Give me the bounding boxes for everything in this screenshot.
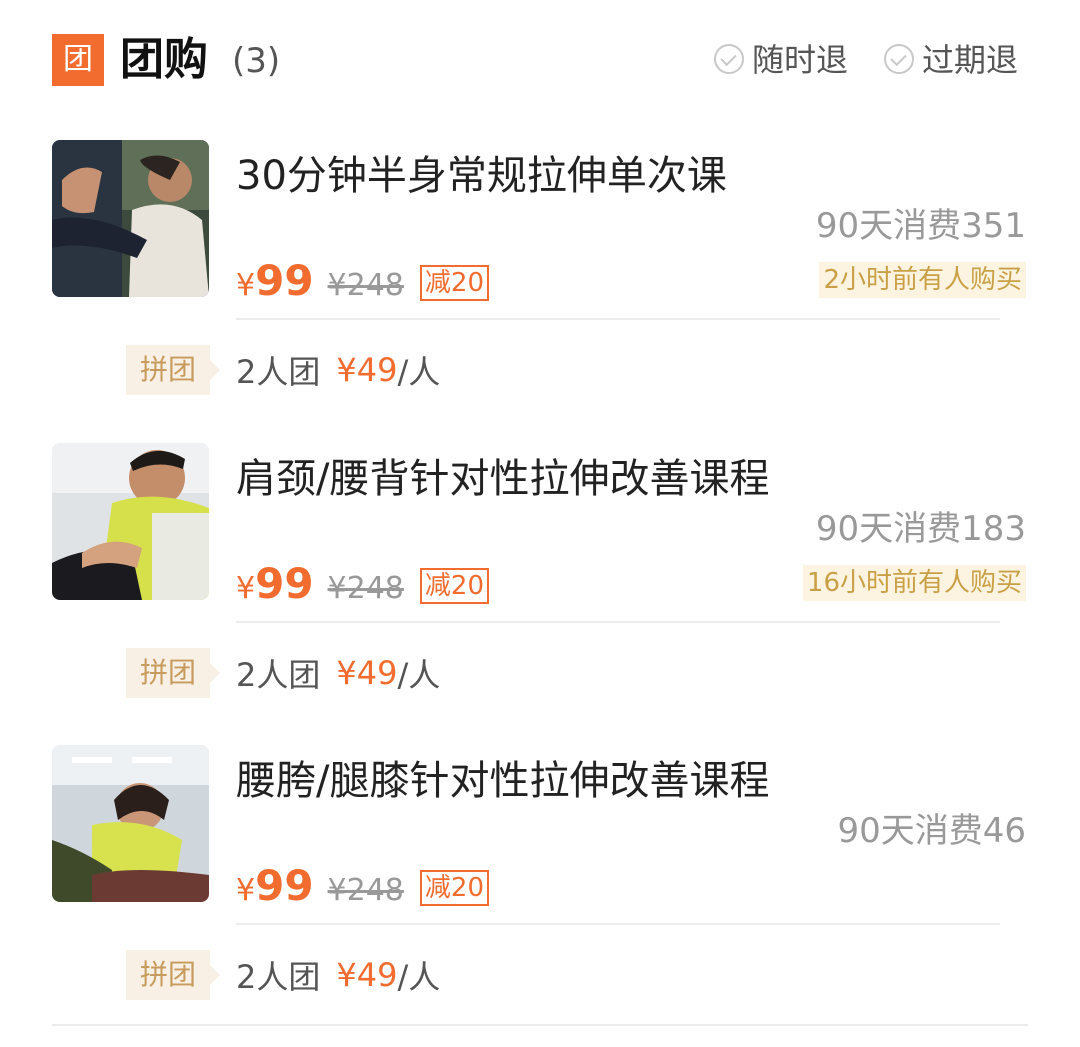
deal-price: 99 bbox=[255, 861, 314, 910]
deal-price: 99 bbox=[255, 256, 314, 305]
group-unit: /人 bbox=[397, 656, 441, 694]
recent-purchase-badge: 2小时前有人购买 bbox=[819, 262, 1026, 298]
divider bbox=[236, 318, 1000, 320]
discount-badge: 减20 bbox=[419, 265, 489, 301]
original-price: ¥248 bbox=[327, 571, 404, 606]
original-price: ¥248 bbox=[327, 268, 404, 303]
currency-symbol: ¥ bbox=[236, 571, 256, 606]
deal-thumbnail[interactable] bbox=[52, 745, 209, 902]
sales-count: 90天消费351 bbox=[815, 206, 1026, 246]
policy-label: 过期退 bbox=[922, 41, 1019, 79]
divider bbox=[236, 923, 1000, 925]
sales-count: 90天消费183 bbox=[815, 509, 1026, 549]
group-deal-row[interactable]: 拼团 2人团 ¥49/人 bbox=[126, 648, 440, 700]
bottom-divider bbox=[52, 1024, 1028, 1026]
group-size: 2人团 bbox=[236, 353, 321, 391]
deal-thumbnail[interactable] bbox=[52, 140, 209, 297]
group-deal-row[interactable]: 拼团 2人团 ¥49/人 bbox=[126, 950, 440, 1002]
group-tag: 拼团 bbox=[126, 648, 221, 698]
refund-expired-policy: 过期退 bbox=[884, 40, 1018, 80]
deal-thumbnail[interactable] bbox=[52, 443, 209, 600]
price-row: ¥99 ¥248 减20 bbox=[236, 861, 489, 911]
refund-anytime-policy: 随时退 bbox=[714, 40, 848, 80]
currency-symbol: ¥ bbox=[236, 873, 256, 908]
deal-item[interactable]: 30分钟半身常规拉伸单次课 90天消费351 ¥99 ¥248 减20 2小时前有人… bbox=[0, 140, 1080, 442]
group-size: 2人团 bbox=[236, 656, 321, 694]
section-count: (3) bbox=[232, 41, 281, 81]
deal-title[interactable]: 腰胯/腿膝针对性拉伸改善课程 bbox=[236, 755, 769, 807]
group-price: ¥49 bbox=[336, 654, 398, 692]
currency-symbol: ¥ bbox=[236, 268, 256, 303]
deal-item[interactable]: 肩颈/腰背针对性拉伸改善课程 90天消费183 ¥99 ¥248 减20 16小时前… bbox=[0, 443, 1080, 745]
check-circle-icon bbox=[714, 44, 744, 74]
original-price: ¥248 bbox=[327, 873, 404, 908]
discount-badge: 减20 bbox=[419, 870, 489, 906]
group-deal-row[interactable]: 拼团 2人团 ¥49/人 bbox=[126, 345, 440, 397]
deal-price: 99 bbox=[255, 559, 314, 608]
check-circle-icon bbox=[884, 44, 914, 74]
group-unit: /人 bbox=[397, 353, 441, 391]
section-title: 团购 bbox=[120, 34, 208, 85]
group-buy-header: 团 团购 (3) 随时退 过期退 bbox=[52, 30, 1028, 90]
discount-badge: 减20 bbox=[419, 568, 489, 604]
sales-count: 90天消费46 bbox=[837, 811, 1026, 851]
group-price: ¥49 bbox=[336, 351, 398, 389]
group-unit: /人 bbox=[397, 958, 441, 996]
deal-title[interactable]: 30分钟半身常规拉伸单次课 bbox=[236, 150, 727, 202]
group-size: 2人团 bbox=[236, 958, 321, 996]
policy-label: 随时退 bbox=[752, 41, 849, 79]
price-row: ¥99 ¥248 减20 bbox=[236, 256, 489, 306]
group-price: ¥49 bbox=[336, 956, 398, 994]
group-tag: 拼团 bbox=[126, 345, 221, 395]
divider bbox=[236, 621, 1000, 623]
price-row: ¥99 ¥248 减20 bbox=[236, 559, 489, 609]
deal-item[interactable]: 腰胯/腿膝针对性拉伸改善课程 90天消费46 ¥99 ¥248 减20 拼团 2人团 ¥… bbox=[0, 745, 1080, 1047]
group-tag: 拼团 bbox=[126, 950, 221, 1000]
deal-title[interactable]: 肩颈/腰背针对性拉伸改善课程 bbox=[236, 453, 769, 505]
recent-purchase-badge: 16小时前有人购买 bbox=[802, 565, 1026, 601]
group-buy-badge-icon: 团 bbox=[52, 34, 104, 86]
